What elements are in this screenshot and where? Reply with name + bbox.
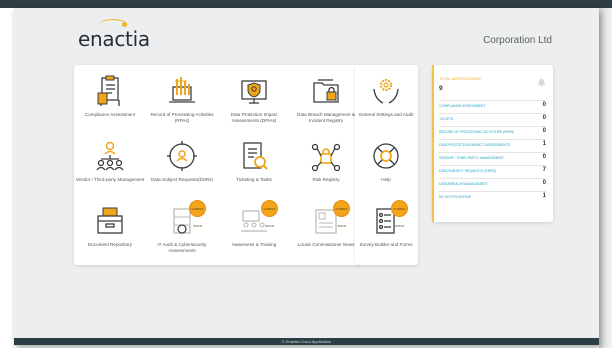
- settings-panel: General Settings and Audit Help COMING S…: [355, 65, 418, 265]
- tile-dpias[interactable]: Data Protection Impact Assessments (DPIA…: [218, 75, 290, 124]
- coming-soon-badge: COMING SOON: [261, 200, 278, 228]
- tile-label: Document Repository: [87, 242, 133, 247]
- tile-document-repository[interactable]: Document Repository: [74, 205, 146, 248]
- company-name: Corporation Ltd: [483, 35, 552, 46]
- tile-rpas[interactable]: Record of Processing Activities (RPAs): [146, 75, 218, 124]
- gear-hands-icon: [373, 79, 399, 104]
- tile-label: Compliance Assessment: [84, 112, 136, 117]
- accent-strip: [432, 65, 434, 222]
- tile-label: Vendor / Third-party Management: [75, 177, 145, 182]
- top-bar: [0, 0, 612, 8]
- bell-icon[interactable]: [537, 77, 546, 87]
- notifications-panel: TOTAL NOTIFICATIONS 9 COMPLIANCE ASSESSM…: [432, 65, 553, 222]
- stat-name: MY NOTIFICATIONS: [439, 195, 471, 199]
- stat-name: VENDOR / THIRD-PARTY MANAGEMENT: [439, 156, 504, 160]
- stat-value: 1: [542, 141, 546, 147]
- stat-row[interactable]: VENDOR / THIRD-PARTY MANAGEMENT 0: [439, 152, 546, 163]
- coming-soon-badge: COMING SOON: [189, 200, 206, 228]
- stat-row[interactable]: MY NOTIFICATIONS 1: [439, 191, 546, 202]
- org-chart-icon: [96, 141, 124, 171]
- clipboard-check-icon: [97, 75, 120, 106]
- stat-row[interactable]: DATA BREACH MANAGEMENT 0: [439, 178, 546, 189]
- stat-row[interactable]: RECORD OF PROCESSING ACTIVITIES (RPAS) 0: [439, 126, 546, 137]
- stat-row[interactable]: DATA PROTECTION IMPACT ASSESSMENTS 1: [439, 139, 546, 150]
- page-edge: [599, 8, 612, 348]
- stat-name: DATA SUBJECT REQUESTS (DSRS): [439, 169, 496, 173]
- lock-network-icon: [311, 143, 341, 172]
- app-logo[interactable]: enactia: [78, 27, 150, 51]
- page: enactia Corporation Ltd Compliance Asses…: [0, 0, 612, 348]
- archive-box-icon: [97, 207, 123, 234]
- stat-name: RECORD OF PROCESSING ACTIVITIES (RPAS): [439, 130, 515, 134]
- checklist-magnifier-icon: [243, 142, 268, 170]
- total-notifications-count: 9: [439, 85, 443, 92]
- tile-label: Awareness & Training: [231, 242, 277, 247]
- tile-general-settings[interactable]: General Settings and Audit: [350, 75, 422, 118]
- stat-value: 1: [542, 193, 546, 199]
- person-target-icon: [167, 141, 197, 171]
- monitor-shield-icon: [241, 80, 267, 104]
- coming-soon-badge: COMING SOON: [391, 200, 408, 228]
- stat-row[interactable]: DATA SUBJECT REQUESTS (DSRS) 7: [439, 165, 546, 176]
- tile-label: General Settings and Audit: [358, 112, 414, 117]
- coming-soon-badge: COMING SOON: [333, 200, 350, 228]
- stat-row[interactable]: TICKETS 0: [439, 113, 546, 124]
- tile-compliance-assessment[interactable]: Compliance Assessment: [74, 75, 146, 118]
- tile-label: Help: [381, 177, 391, 182]
- tile-label: Ticketing & Tasks: [236, 177, 272, 182]
- tile-label: Data Subject Requests(DSRs): [150, 177, 214, 182]
- stat-value: 0: [542, 128, 546, 134]
- total-notifications-label: TOTAL NOTIFICATIONS: [439, 77, 481, 81]
- tile-survey-builder[interactable]: COMING SOON Survey Builder and Forms: [350, 200, 422, 248]
- stat-value: 7: [542, 167, 546, 173]
- tile-dsrs[interactable]: Data Subject Requests(DSRs): [146, 140, 218, 183]
- stat-name: DATA BREACH MANAGEMENT: [439, 182, 488, 186]
- stat-row[interactable]: COMPLIANCE ASSESSMENT 0: [439, 100, 546, 111]
- tile-label: Record of Processing Activities (RPAs): [150, 112, 214, 123]
- tile-it-audit[interactable]: COMING SOON IT Audit & Cybersecurity Ass…: [146, 200, 218, 254]
- tile-label: IT Audit & Cybersecurity Assessments: [157, 242, 207, 253]
- tile-vendor-management[interactable]: Vendor / Third-party Management: [74, 140, 146, 183]
- tile-label: Data Protection Impact Assessments (DPIA…: [230, 112, 278, 123]
- laptop-chart-icon: [169, 77, 195, 103]
- folder-lock-icon: [313, 79, 339, 103]
- stat-value: 0: [542, 115, 546, 121]
- stat-value: 0: [542, 154, 546, 160]
- app-window: enactia Corporation Ltd Compliance Asses…: [14, 8, 599, 345]
- modules-panel: Compliance Assessment Record of Processi…: [74, 65, 362, 265]
- header: enactia Corporation Ltd: [14, 8, 599, 58]
- lifebuoy-icon: [373, 143, 399, 169]
- stat-name: COMPLIANCE ASSESSMENT: [439, 104, 486, 108]
- tile-label: Survey Builder and Forms: [359, 242, 413, 247]
- stat-name: DATA PROTECTION IMPACT ASSESSMENTS: [439, 143, 511, 147]
- tile-awareness-training[interactable]: COMING SOON Awareness & Training: [218, 200, 290, 248]
- stat-value: 0: [542, 180, 546, 186]
- tile-ticketing[interactable]: Ticketing & Tasks: [218, 140, 290, 183]
- footer: © Enactia Cloud Application: [14, 338, 599, 345]
- stat-name: TICKETS: [439, 117, 454, 121]
- stat-value: 0: [542, 102, 546, 108]
- tile-help[interactable]: Help: [350, 140, 422, 183]
